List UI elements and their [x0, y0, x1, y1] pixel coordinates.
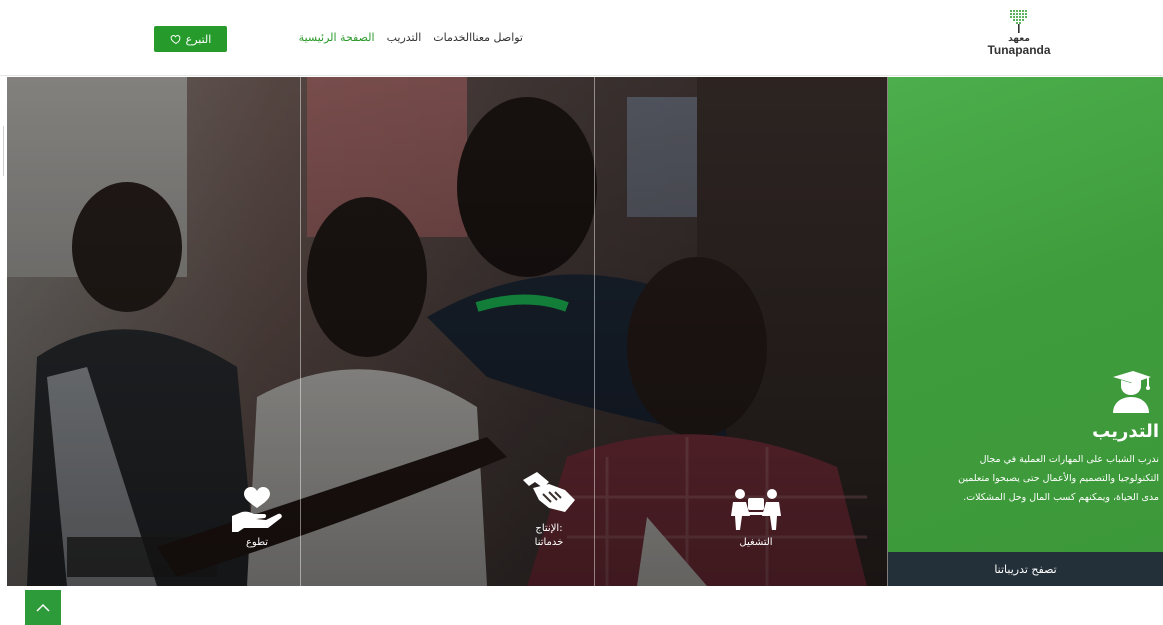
donate-button[interactable]: التبرع [154, 26, 227, 52]
training-desc-line3: مدى الحياة، ويمكنهم كسب المال وحل المشكل… [963, 492, 1159, 503]
training-title: التدريب [1092, 421, 1159, 442]
training-description: ندرب الشباب على المهارات العملية في مجال… [888, 450, 1159, 507]
donate-label: التبرع [185, 32, 212, 46]
people-meeting-icon [731, 489, 781, 530]
site-header: معهد Tunapanda الصفحة الرئيسية التدريب ا… [0, 0, 1163, 76]
dot-grid-tree-icon [1010, 10, 1027, 33]
panel-operation-label: التشغيل [739, 537, 773, 548]
scroll-top-button[interactable] [25, 590, 61, 625]
panel-volunteer[interactable]: تطوع [177, 486, 337, 550]
handshake-icon [523, 472, 575, 512]
nav-training[interactable]: التدريب [387, 31, 422, 44]
training-desc-line2: التكنولوجيا والتصميم والأعمال حتى يصبحوا… [958, 473, 1159, 484]
panel-production-label-line1: الإنتاج: [535, 523, 563, 534]
main-nav: الصفحة الرئيسية التدريب الخدمات تواصل مع… [287, 31, 523, 44]
edge-marker [3, 126, 4, 176]
panel-production[interactable]: الإنتاج: خدماتنا [469, 468, 629, 550]
logo[interactable]: معهد Tunapanda [984, 8, 1054, 68]
logo-name: Tunapanda [987, 43, 1051, 57]
training-desc-line1: ندرب الشباب على المهارات العملية في مجال [979, 454, 1159, 465]
nav-contact[interactable]: تواصل معنا [472, 31, 523, 44]
training-content: التدريب ندرب الشباب على المهارات العملية… [888, 369, 1163, 507]
heart-outline-icon [170, 34, 181, 45]
panel-production-label-line2: خدماتنا [534, 537, 564, 548]
nav-services[interactable]: الخدمات [433, 31, 472, 44]
training-panel: التدريب ندرب الشباب على المهارات العملية… [888, 77, 1163, 586]
heart-hand-icon [232, 487, 282, 532]
panel-operation[interactable]: التشغيل [676, 486, 836, 550]
chevron-up-icon [36, 603, 50, 612]
panel-volunteer-label: تطوع [245, 537, 269, 548]
browse-training-button[interactable]: تصفح تدريباتنا [888, 552, 1163, 586]
graduate-icon [1113, 371, 1151, 413]
hero-section: التشغيل الإنتاج: خدماتنا تطوع التدريب ند… [7, 77, 1163, 586]
nav-home[interactable]: الصفحة الرئيسية [299, 31, 375, 44]
